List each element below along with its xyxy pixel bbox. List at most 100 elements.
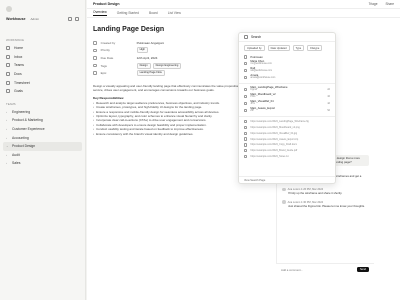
page-title: Product Design: [93, 2, 120, 6]
result-sub: ZIP: [250, 110, 254, 113]
sidebar-item-sales[interactable]: › Sales: [0, 159, 85, 168]
property-value[interactable]: Pukimaan Angelgoni: [137, 41, 164, 45]
sidebar-item-label: Sales: [12, 161, 21, 166]
sidebar-item-label: Goals: [14, 89, 23, 94]
filter-uploaded-by[interactable]: Uploaded by: [244, 45, 265, 51]
sidebar-item-accounting[interactable]: › Accounting: [0, 133, 85, 142]
link-icon: [244, 131, 248, 135]
comment: Ana Lorem 1:26 PM, Mar 2024 I'll tidy up…: [277, 187, 374, 196]
sidebar: Workhouse Admin WORKSPACE Home Inbox Tea…: [0, 0, 86, 300]
link-icon: [244, 143, 248, 147]
chevron-right-icon: ›: [6, 161, 7, 166]
result-link: https://example.com/2024_Moodboard_v2.pn…: [250, 125, 300, 129]
comment-composer: Send: [276, 263, 374, 275]
chevron-right-icon: ›: [6, 109, 7, 114]
result-meta: 3d: [327, 94, 330, 98]
sidebar-item-product-design[interactable]: ⌄ Product Design: [3, 141, 82, 151]
file-icon: [244, 108, 248, 112]
file-icon: [244, 101, 248, 105]
sidebar-item-customer-experience[interactable]: › Customer Experience: [0, 125, 85, 134]
send-button[interactable]: Send: [356, 267, 369, 272]
comment: Ana Lorem 1:30 PM, Mar 2024 Just shared …: [277, 200, 374, 209]
view-search-page-link[interactable]: View Search Page: [239, 176, 335, 183]
search-icon[interactable]: [68, 17, 72, 21]
share-button[interactable]: Share: [385, 2, 394, 6]
sidebar-item-docs[interactable]: Docs: [0, 70, 85, 79]
sidebar-item-label: Engineering: [12, 109, 31, 114]
priority-chip[interactable]: High: [136, 47, 148, 54]
sidebar-item-audit[interactable]: › Audit: [0, 151, 85, 160]
result-meta: 2d: [327, 87, 330, 91]
filter-bar: Uploaded by Date Updated Type Filetype: [239, 42, 335, 54]
triage-button[interactable]: Triage: [369, 2, 378, 6]
file-result[interactable]: Main_VisualRef_04 JPG 4d: [239, 100, 335, 107]
link-result[interactable]: https://example.com/2024_Notes.txt: [239, 154, 335, 160]
result-meta: 4d: [327, 101, 330, 105]
result-link: https://example.com/2024_VisualRef_04.jp…: [250, 131, 298, 135]
epic-icon: [93, 71, 97, 75]
tab-getting-started[interactable]: Getting Started: [117, 11, 139, 15]
sidebar-item-label: Docs: [14, 72, 22, 77]
workspace-switcher[interactable]: Workhouse Admin: [6, 17, 79, 21]
sidebar-item-teams[interactable]: Teams: [0, 61, 85, 70]
tab-overview[interactable]: Overview: [93, 10, 107, 16]
divider: [239, 82, 335, 84]
calendar-icon: [93, 56, 97, 60]
avatar: [244, 61, 248, 65]
link-icon: [244, 137, 248, 141]
chevron-right-icon: ›: [6, 127, 7, 132]
property-label: Priority: [100, 48, 110, 53]
sidebar-item-label: Audit: [12, 152, 20, 157]
section-label-workspace: WORKSPACE: [6, 38, 24, 42]
avatar: [282, 200, 286, 204]
link-icon: [244, 125, 248, 130]
filter-date-updated[interactable]: Date Updated: [267, 45, 290, 51]
link-icon: [244, 154, 248, 159]
filter-filetype[interactable]: Filetype: [307, 45, 323, 51]
file-result[interactable]: Main_Moodboard_v2 PNG 3d: [239, 93, 335, 100]
chevron-right-icon: ›: [6, 152, 7, 157]
link-icon: [244, 148, 248, 153]
tab-board[interactable]: Board: [149, 11, 158, 15]
sidebar-item-home[interactable]: Home: [0, 44, 85, 53]
result-sub: rafi@workhouse.com: [250, 70, 272, 73]
sidebar-item-timesheet[interactable]: Timesheet: [0, 78, 85, 87]
search-input[interactable]: Search: [251, 35, 261, 39]
comment-input[interactable]: [281, 267, 357, 272]
compose-icon[interactable]: [75, 17, 79, 21]
tag-chip[interactable]: Design: [136, 62, 151, 69]
result-link: https://example.com/2024_Notes.txt: [250, 154, 289, 158]
result-sub: JPG: [250, 103, 255, 106]
search-popover: Search Uploaded by Date Updated Type Fil…: [238, 32, 336, 184]
result-sub: Figma: [250, 89, 257, 92]
result-name: Pukimaan: [250, 54, 263, 59]
chevron-down-icon: ⌄: [6, 144, 9, 149]
tag-chip[interactable]: Design Engineering: [152, 62, 182, 69]
person-result[interactable]: Maria Chen mc@workhouse.com: [239, 60, 335, 67]
sidebar-item-inbox[interactable]: Inbox: [0, 53, 85, 62]
file-result[interactable]: Main_LandingPage_Wireframe Figma 2d: [239, 86, 335, 93]
person-result[interactable]: Rafi rafi@workhouse.com: [239, 67, 335, 74]
link-icon: [244, 120, 248, 124]
workspace-name: Workhouse: [6, 17, 26, 21]
epic-chip[interactable]: Landing Page Flow: [136, 70, 165, 77]
result-meta: 5d: [327, 108, 330, 112]
result-sub: PNG: [250, 96, 256, 99]
divider: [239, 115, 335, 117]
sidebar-item-goals[interactable]: Goals: [0, 87, 85, 96]
file-result[interactable]: Main_Assets_Export ZIP 5d: [239, 107, 335, 114]
property-value[interactable]: 12th April, 2024: [137, 56, 158, 60]
workspace-action[interactable]: Admin: [31, 17, 40, 21]
result-sub: amara@workhouse.com: [250, 77, 276, 80]
filter-type[interactable]: Type: [292, 45, 305, 51]
sidebar-item-product-marketing[interactable]: › Product & Marketing: [0, 116, 85, 125]
comment-text: I'll tidy up the wireframe and share it …: [288, 190, 343, 195]
sidebar-item-label: Inbox: [14, 54, 23, 59]
result-link: https://example.com/2024_Copy_Draft.docx: [250, 143, 297, 147]
popover-search: Search: [239, 33, 335, 42]
person-result[interactable]: Amara amara@workhouse.com: [239, 74, 335, 81]
file-icon: [244, 87, 248, 91]
tab-list-view[interactable]: List View: [168, 11, 181, 15]
sidebar-item-engineering[interactable]: › Engineering: [0, 108, 85, 117]
avatar: [244, 68, 248, 72]
